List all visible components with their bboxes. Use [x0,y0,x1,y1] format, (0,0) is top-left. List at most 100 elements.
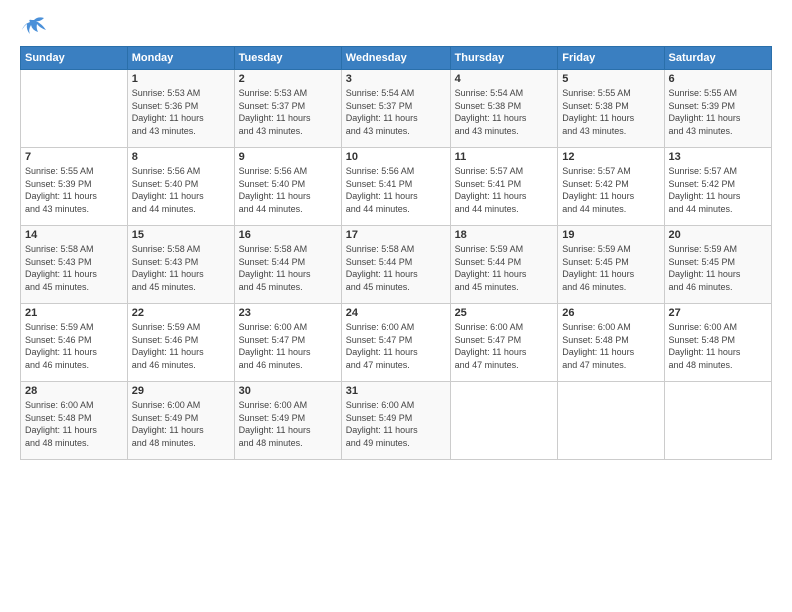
calendar-cell: 6 Sunrise: 5:55 AMSunset: 5:39 PMDaylight… [664,70,771,148]
day-info: Sunrise: 5:53 AMSunset: 5:36 PMDaylight:… [132,87,230,137]
day-number: 25 [455,307,554,319]
day-info: Sunrise: 5:57 AMSunset: 5:41 PMDaylight:… [455,165,554,215]
calendar-cell [450,382,558,460]
day-info: Sunrise: 5:56 AMSunset: 5:40 PMDaylight:… [239,165,337,215]
calendar-cell: 12 Sunrise: 5:57 AMSunset: 5:42 PMDayligh… [558,148,664,226]
day-number: 23 [239,307,337,319]
day-info: Sunrise: 5:56 AMSunset: 5:40 PMDaylight:… [132,165,230,215]
day-info: Sunrise: 5:54 AMSunset: 5:37 PMDaylight:… [346,87,446,137]
day-number: 11 [455,151,554,163]
day-info: Sunrise: 5:58 AMSunset: 5:44 PMDaylight:… [239,243,337,293]
calendar-cell: 2Sunrise: 5:53 AMSunset: 5:37 PMDaylight… [234,70,341,148]
day-info: Sunrise: 6:00 AMSunset: 5:48 PMDaylight:… [25,399,123,449]
calendar-cell [21,70,128,148]
calendar-cell: 8 Sunrise: 5:56 AMSunset: 5:40 PMDaylight… [127,148,234,226]
day-info: Sunrise: 5:55 AMSunset: 5:39 PMDaylight:… [669,87,767,137]
day-number: 18 [455,229,554,241]
day-info: Sunrise: 5:58 AMSunset: 5:43 PMDaylight:… [132,243,230,293]
day-info: Sunrise: 6:00 AMSunset: 5:48 PMDaylight:… [562,321,659,371]
day-info: Sunrise: 6:00 AMSunset: 5:49 PMDaylight:… [346,399,446,449]
day-number: 17 [346,229,446,241]
day-info: Sunrise: 5:54 AMSunset: 5:38 PMDaylight:… [455,87,554,137]
calendar-cell: 10 Sunrise: 5:56 AMSunset: 5:41 PMDayligh… [341,148,450,226]
day-info: Sunrise: 6:00 AMSunset: 5:48 PMDaylight:… [669,321,767,371]
day-number: 31 [346,385,446,397]
calendar-cell: 30 Sunrise: 6:00 AMSunset: 5:49 PMDayligh… [234,382,341,460]
day-info: Sunrise: 5:55 AMSunset: 5:38 PMDaylight:… [562,87,659,137]
day-number: 6 [669,73,767,85]
day-number: 27 [669,307,767,319]
calendar-cell: 19 Sunrise: 5:59 AMSunset: 5:45 PMDayligh… [558,226,664,304]
calendar-cell [558,382,664,460]
day-info: Sunrise: 6:00 AMSunset: 5:49 PMDaylight:… [132,399,230,449]
logo [20,16,52,38]
calendar-cell: 17 Sunrise: 5:58 AMSunset: 5:44 PMDayligh… [341,226,450,304]
calendar-cell: 7 Sunrise: 5:55 AMSunset: 5:39 PMDaylight… [21,148,128,226]
calendar-cell: 13 Sunrise: 5:57 AMSunset: 5:42 PMDayligh… [664,148,771,226]
day-number: 10 [346,151,446,163]
calendar-cell: 9Sunrise: 5:56 AMSunset: 5:40 PMDaylight… [234,148,341,226]
day-info: Sunrise: 5:58 AMSunset: 5:43 PMDaylight:… [25,243,123,293]
col-header-saturday: Saturday [664,47,771,70]
day-number: 22 [132,307,230,319]
day-info: Sunrise: 5:58 AMSunset: 5:44 PMDaylight:… [346,243,446,293]
day-info: Sunrise: 5:53 AMSunset: 5:37 PMDaylight:… [239,87,337,137]
calendar-cell: 1 Sunrise: 5:53 AMSunset: 5:36 PMDaylight… [127,70,234,148]
calendar-cell: 3 Sunrise: 5:54 AMSunset: 5:37 PMDaylight… [341,70,450,148]
col-header-thursday: Thursday [450,47,558,70]
calendar-cell: 29 Sunrise: 6:00 AMSunset: 5:49 PMDayligh… [127,382,234,460]
calendar-cell: 18 Sunrise: 5:59 AMSunset: 5:44 PMDayligh… [450,226,558,304]
calendar-cell: 26 Sunrise: 6:00 AMSunset: 5:48 PMDayligh… [558,304,664,382]
calendar-cell: 25 Sunrise: 6:00 AMSunset: 5:47 PMDayligh… [450,304,558,382]
day-number: 14 [25,229,123,241]
calendar-cell: 11 Sunrise: 5:57 AMSunset: 5:41 PMDayligh… [450,148,558,226]
day-number: 16 [239,229,337,241]
calendar-cell: 31 Sunrise: 6:00 AMSunset: 5:49 PMDayligh… [341,382,450,460]
day-info: Sunrise: 5:57 AMSunset: 5:42 PMDaylight:… [669,165,767,215]
day-number: 26 [562,307,659,319]
calendar-cell: 20 Sunrise: 5:59 AMSunset: 5:45 PMDayligh… [664,226,771,304]
day-number: 20 [669,229,767,241]
calendar-cell: 28 Sunrise: 6:00 AMSunset: 5:48 PMDayligh… [21,382,128,460]
day-info: Sunrise: 5:59 AMSunset: 5:45 PMDaylight:… [562,243,659,293]
calendar-cell: 23 Sunrise: 6:00 AMSunset: 5:47 PMDayligh… [234,304,341,382]
day-number: 15 [132,229,230,241]
col-header-monday: Monday [127,47,234,70]
day-number: 1 [132,73,230,85]
day-info: Sunrise: 5:55 AMSunset: 5:39 PMDaylight:… [25,165,123,215]
day-number: 12 [562,151,659,163]
col-header-wednesday: Wednesday [341,47,450,70]
day-number: 4 [455,73,554,85]
calendar-cell [664,382,771,460]
day-number: 21 [25,307,123,319]
day-number: 7 [25,151,123,163]
day-number: 19 [562,229,659,241]
calendar-cell: 21Sunrise: 5:59 AMSunset: 5:46 PMDayligh… [21,304,128,382]
day-number: 29 [132,385,230,397]
day-info: Sunrise: 6:00 AMSunset: 5:47 PMDaylight:… [239,321,337,371]
calendar-cell: 14 Sunrise: 5:58 AMSunset: 5:43 PMDayligh… [21,226,128,304]
day-info: Sunrise: 5:56 AMSunset: 5:41 PMDaylight:… [346,165,446,215]
calendar-table: SundayMondayTuesdayWednesdayThursdayFrid… [20,46,772,460]
calendar-cell: 27 Sunrise: 6:00 AMSunset: 5:48 PMDayligh… [664,304,771,382]
day-info: Sunrise: 5:59 AMSunset: 5:46 PMDaylight:… [132,321,230,371]
day-number: 8 [132,151,230,163]
col-header-friday: Friday [558,47,664,70]
calendar-cell: 5Sunrise: 5:55 AMSunset: 5:38 PMDaylight… [558,70,664,148]
calendar-cell: 24Sunrise: 6:00 AMSunset: 5:47 PMDayligh… [341,304,450,382]
calendar-cell: 4 Sunrise: 5:54 AMSunset: 5:38 PMDaylight… [450,70,558,148]
day-info: Sunrise: 5:59 AMSunset: 5:44 PMDaylight:… [455,243,554,293]
day-number: 24 [346,307,446,319]
day-info: Sunrise: 6:00 AMSunset: 5:49 PMDaylight:… [239,399,337,449]
calendar-cell: 15 Sunrise: 5:58 AMSunset: 5:43 PMDayligh… [127,226,234,304]
day-number: 3 [346,73,446,85]
calendar-cell: 16 Sunrise: 5:58 AMSunset: 5:44 PMDayligh… [234,226,341,304]
col-header-tuesday: Tuesday [234,47,341,70]
calendar-cell: 22 Sunrise: 5:59 AMSunset: 5:46 PMDayligh… [127,304,234,382]
day-number: 28 [25,385,123,397]
day-info: Sunrise: 5:59 AMSunset: 5:45 PMDaylight:… [669,243,767,293]
day-number: 13 [669,151,767,163]
day-number: 30 [239,385,337,397]
day-info: Sunrise: 6:00 AMSunset: 5:47 PMDaylight:… [455,321,554,371]
day-info: Sunrise: 5:57 AMSunset: 5:42 PMDaylight:… [562,165,659,215]
